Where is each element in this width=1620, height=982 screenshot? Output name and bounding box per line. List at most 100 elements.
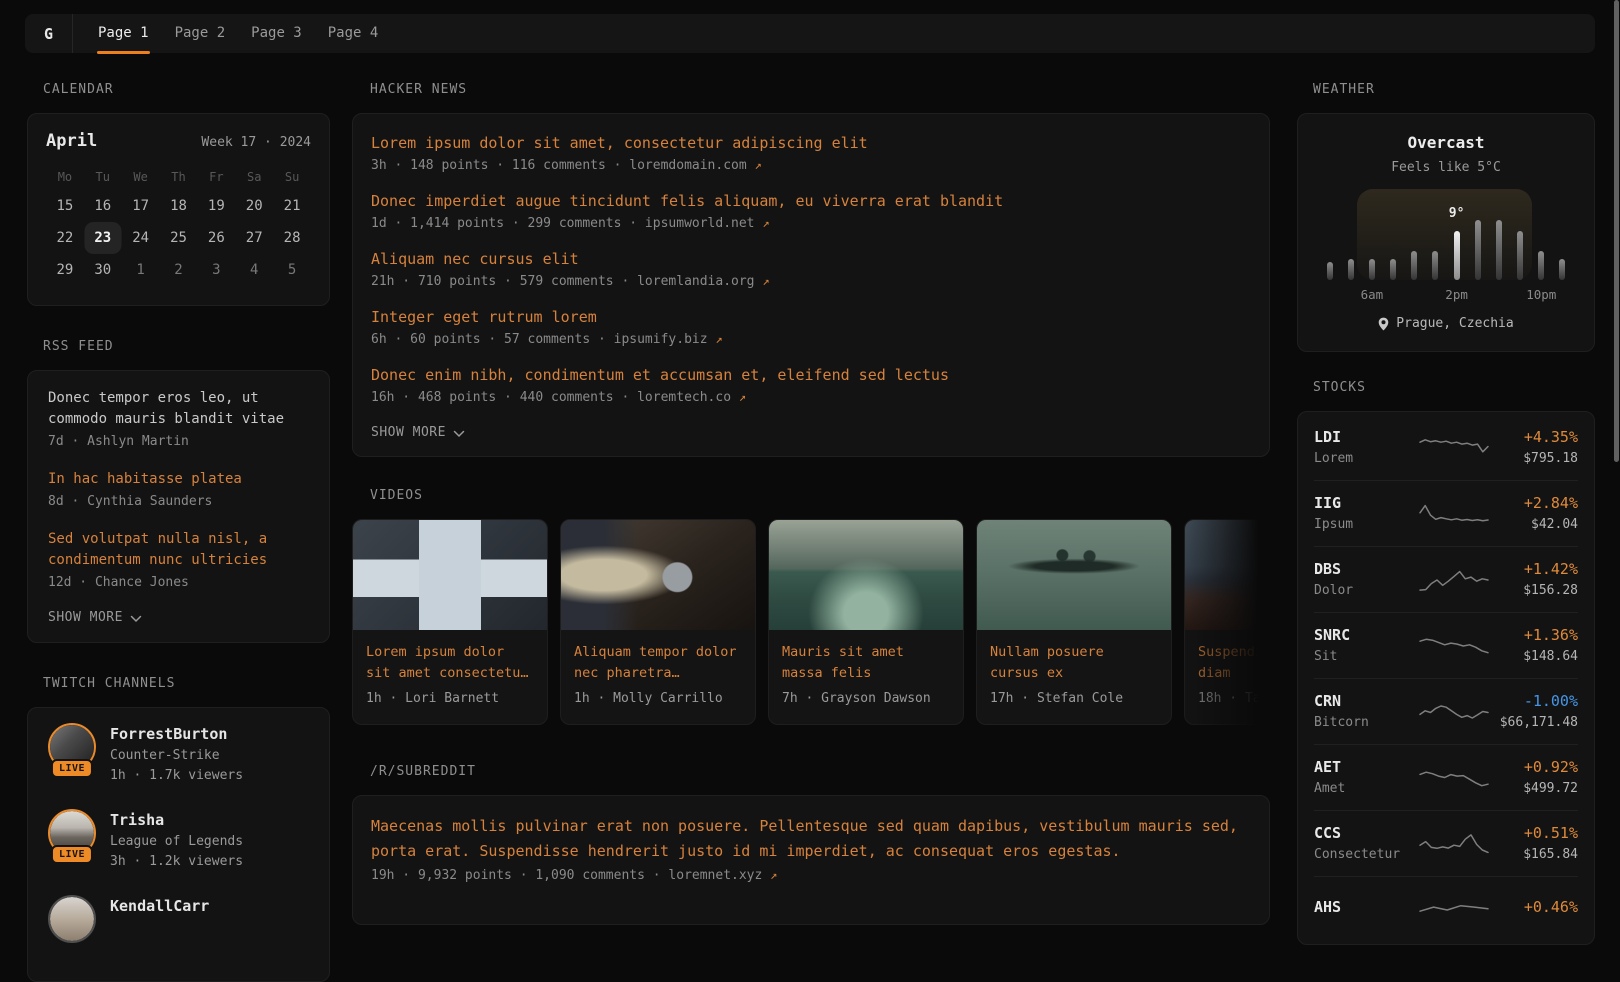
rss-item-title[interactable]: Sed volutpat nulla nisl, a condimentum n…	[48, 529, 309, 571]
channel-name[interactable]: Trisha	[110, 811, 243, 830]
channel-game: League of Legends	[110, 832, 243, 852]
external-link-icon[interactable]: ↗	[762, 216, 769, 230]
page-scrollbar[interactable]	[1614, 0, 1619, 900]
calendar-day[interactable]: 28	[273, 222, 311, 254]
rss-item-title[interactable]: Donec tempor eros leo, ut commodo mauris…	[48, 388, 309, 430]
calendar-day[interactable]: 29	[46, 254, 84, 286]
rss-item-title[interactable]: In hac habitasse platea	[48, 469, 309, 490]
stock-row[interactable]: AET Amet +0.92% $499.72	[1314, 744, 1578, 810]
stock-ticker[interactable]: SNRC	[1314, 626, 1418, 644]
hn-item-title[interactable]: Donec imperdiet augue tincidunt felis al…	[371, 190, 1251, 212]
hn-item-title[interactable]: Donec enim nibh, condimentum et accumsan…	[371, 364, 1251, 386]
calendar-day[interactable]: 26	[197, 222, 235, 254]
stock-row[interactable]: IIG Ipsum +2.84% $42.04	[1314, 480, 1578, 546]
video-title[interactable]: Lorem ipsum dolor sit amet consectetu…	[366, 642, 534, 684]
stock-change: +0.46%	[1524, 898, 1578, 916]
subreddit-post-title[interactable]: Maecenas mollis pulvinar erat non posuer…	[371, 814, 1251, 864]
calendar-day[interactable]: 3	[197, 254, 235, 286]
video-title[interactable]: Nullam posuere cursus ex	[990, 642, 1158, 684]
stock-change: +2.84%	[1524, 494, 1578, 512]
external-link-icon[interactable]: ↗	[715, 332, 722, 346]
hn-item-title[interactable]: Integer eget rutrum lorem	[371, 306, 1251, 328]
app-logo[interactable]: G	[25, 14, 73, 53]
tab-page-3[interactable]: Page 3	[238, 14, 315, 53]
stock-row[interactable]: DBS Dolor +1.42% $156.28	[1314, 546, 1578, 612]
video-thumbnail[interactable]	[769, 520, 963, 630]
video-card[interactable]: Aliquam tempor dolor nec pharetra… 1h · …	[560, 519, 756, 725]
calendar-weekday: Su	[273, 164, 311, 190]
stock-change: +1.42%	[1523, 560, 1578, 578]
hn-item-title[interactable]: Lorem ipsum dolor sit amet, consectetur …	[371, 132, 1251, 154]
calendar-day[interactable]: 17	[122, 190, 160, 222]
calendar-day[interactable]: 19	[197, 190, 235, 222]
weather-widget: Overcast Feels like 5°C 9° 6am2pm10pm Pr…	[1297, 113, 1595, 352]
calendar-day[interactable]: 2	[160, 254, 198, 286]
video-title[interactable]: Aliquam tempor dolor nec pharetra…	[574, 642, 742, 684]
video-card[interactable]: Lorem ipsum dolor sit amet consectetu… 1…	[352, 519, 548, 725]
weather-hour-cell	[1425, 251, 1446, 280]
stock-row[interactable]: SNRC Sit +1.36% $148.64	[1314, 612, 1578, 678]
calendar-day[interactable]: 24	[122, 222, 160, 254]
calendar-weekday: Th	[160, 164, 198, 190]
stock-ticker[interactable]: AHS	[1314, 898, 1418, 916]
stock-ticker[interactable]: AET	[1314, 758, 1418, 776]
stock-ticker[interactable]: DBS	[1314, 560, 1418, 578]
channel-name[interactable]: ForrestBurton	[110, 725, 243, 744]
stock-ticker[interactable]: LDI	[1314, 428, 1418, 446]
tab-page-1[interactable]: Page 1	[85, 14, 162, 53]
calendar-day[interactable]: 21	[273, 190, 311, 222]
scrollbar-thumb[interactable]	[1614, 0, 1619, 462]
external-link-icon[interactable]: ↗	[770, 868, 777, 882]
video-card[interactable]: Nullam posuere cursus ex 17h · Stefan Co…	[976, 519, 1172, 725]
hn-item-title[interactable]: Aliquam nec cursus elit	[371, 248, 1251, 270]
calendar-day-selected[interactable]: 23	[84, 222, 122, 254]
calendar-day[interactable]: 1	[122, 254, 160, 286]
tab-page-4[interactable]: Page 4	[315, 14, 392, 53]
stock-ticker[interactable]: IIG	[1314, 494, 1418, 512]
calendar-day[interactable]: 25	[160, 222, 198, 254]
external-link-icon[interactable]: ↗	[755, 158, 762, 172]
calendar-day[interactable]: 18	[160, 190, 198, 222]
stock-row[interactable]: CCS Consectetur +0.51% $165.84	[1314, 810, 1578, 876]
calendar-day[interactable]: 30	[84, 254, 122, 286]
calendar-day[interactable]: 16	[84, 190, 122, 222]
stock-row[interactable]: AHS +0.46%	[1314, 876, 1578, 942]
calendar-day[interactable]: 15	[46, 190, 84, 222]
calendar-day[interactable]: 5	[273, 254, 311, 286]
stock-row[interactable]: LDI Lorem +4.35% $795.18	[1314, 414, 1578, 480]
weather-bars: 9°	[1319, 184, 1573, 280]
calendar-weekday: Tu	[84, 164, 122, 190]
twitch-channel-row[interactable]: KendallCarr	[48, 895, 309, 943]
tab-page-2[interactable]: Page 2	[162, 14, 239, 53]
calendar-day[interactable]: 4	[235, 254, 273, 286]
stock-name: Amet	[1314, 781, 1418, 797]
video-thumbnail[interactable]	[561, 520, 755, 630]
video-meta: 18h · Tara	[1198, 691, 1270, 706]
stock-row[interactable]: CRN Bitcorn -1.00% $66,171.48	[1314, 678, 1578, 744]
twitch-channel-row[interactable]: LIVE Trisha League of Legends 3h · 1.2k …	[48, 809, 309, 872]
calendar-day[interactable]: 22	[46, 222, 84, 254]
video-thumbnail[interactable]	[353, 520, 547, 630]
video-thumbnail[interactable]	[977, 520, 1171, 630]
hn-show-more-button[interactable]: SHOW MORE	[371, 425, 1251, 440]
video-card[interactable]: Suspendisse diam 18h · Tara	[1184, 519, 1270, 725]
stock-price: $795.18	[1523, 451, 1578, 467]
twitch-channel-row[interactable]: LIVE ForrestBurton Counter-Strike 1h · 1…	[48, 723, 309, 786]
twitch-widget-label: TWITCH CHANNELS	[43, 676, 330, 691]
stock-ticker[interactable]: CCS	[1314, 824, 1418, 842]
external-link-icon[interactable]: ↗	[739, 390, 746, 404]
external-link-icon[interactable]: ↗	[762, 274, 769, 288]
stock-ticker[interactable]: CRN	[1314, 692, 1418, 710]
channel-viewers: 1h · 1.7k viewers	[110, 766, 243, 786]
channel-viewers: 3h · 1.2k viewers	[110, 852, 243, 872]
calendar-day[interactable]: 27	[235, 222, 273, 254]
video-title[interactable]: Suspendisse diam	[1198, 642, 1270, 684]
stock-change: -1.00%	[1500, 692, 1578, 710]
hn-meta-text: 3h · 148 points · 116 comments · loremdo…	[371, 158, 755, 173]
avatar	[48, 895, 96, 943]
rss-show-more-button[interactable]: SHOW MORE	[48, 610, 309, 625]
video-title[interactable]: Mauris sit amet massa felis	[782, 642, 950, 684]
video-card[interactable]: Mauris sit amet massa felis 7h · Grayson…	[768, 519, 964, 725]
video-thumbnail[interactable]	[1185, 520, 1270, 630]
calendar-day[interactable]: 20	[235, 190, 273, 222]
